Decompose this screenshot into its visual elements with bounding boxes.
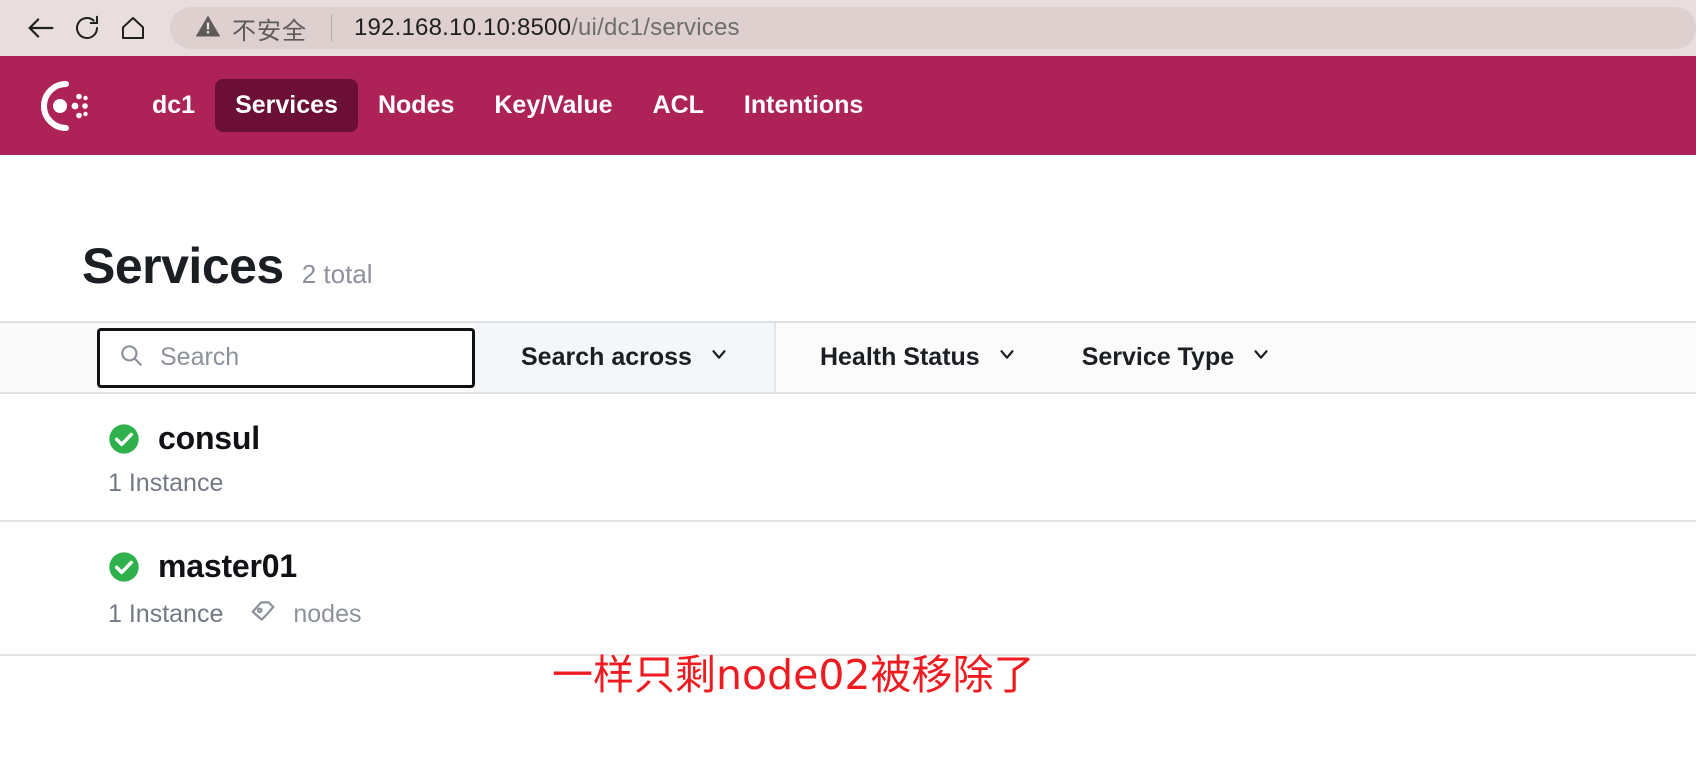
service-title: master01 bbox=[108, 548, 1696, 585]
browser-toolbar: 不安全 192.168.10.10:8500/ui/dc1/services bbox=[0, 0, 1696, 56]
service-name: consul bbox=[158, 420, 260, 456]
service-title: consul bbox=[108, 420, 1696, 457]
health-passing-icon bbox=[108, 551, 140, 583]
consul-main-nav: dc1 Services Nodes Key/Value ACL Intenti… bbox=[0, 56, 1696, 155]
filter-health-status-label: Health Status bbox=[819, 343, 980, 371]
filter-search-across[interactable]: Search across bbox=[475, 323, 776, 392]
service-instance-count: 1 Instance bbox=[108, 469, 224, 497]
page-title: Services bbox=[82, 238, 284, 294]
nav-item-intentions[interactable]: Intentions bbox=[724, 79, 883, 132]
search-field[interactable] bbox=[97, 327, 475, 388]
services-page: Services 2 total Search across Health St… bbox=[0, 155, 1696, 759]
nav-item-nodes[interactable]: Nodes bbox=[358, 79, 474, 132]
nav-item-services[interactable]: Services bbox=[215, 79, 358, 132]
filter-bar: Search across Health Status Service Type bbox=[0, 321, 1696, 394]
consul-logo-icon[interactable] bbox=[34, 76, 94, 136]
tag-icon bbox=[249, 597, 277, 632]
url-path: /ui/dc1/services bbox=[571, 14, 740, 41]
health-passing-icon bbox=[108, 423, 140, 455]
search-input[interactable] bbox=[160, 343, 454, 372]
service-list-item[interactable]: master01 1 Instance nodes bbox=[0, 522, 1696, 656]
service-meta: 1 Instance nodes bbox=[108, 597, 1696, 632]
service-tag-label: nodes bbox=[293, 600, 362, 628]
search-icon bbox=[118, 342, 144, 373]
service-instance-count: 1 Instance bbox=[108, 600, 224, 628]
home-button[interactable] bbox=[110, 5, 156, 51]
nav-datacenter[interactable]: dc1 bbox=[132, 79, 215, 132]
filter-bar-filler bbox=[1302, 323, 1696, 392]
service-meta: 1 Instance bbox=[108, 469, 1696, 498]
warning-triangle-icon bbox=[194, 12, 222, 45]
reload-icon bbox=[72, 13, 102, 43]
service-name: master01 bbox=[158, 548, 297, 584]
chevron-down-icon bbox=[996, 343, 1018, 372]
back-button[interactable] bbox=[18, 5, 64, 51]
red-annotation-text: 一样只剩node02被移除了 bbox=[552, 651, 1035, 699]
nav-item-acl[interactable]: ACL bbox=[633, 79, 724, 132]
filter-service-type[interactable]: Service Type bbox=[1047, 323, 1303, 392]
home-icon bbox=[118, 13, 148, 43]
url-host: 192.168.10.10:8500 bbox=[354, 14, 572, 41]
filter-search-across-label: Search across bbox=[521, 343, 692, 371]
reload-button[interactable] bbox=[64, 5, 110, 51]
filter-service-type-label: Service Type bbox=[1081, 343, 1235, 371]
page-header: Services 2 total bbox=[0, 155, 1696, 295]
address-bar[interactable]: 不安全 192.168.10.10:8500/ui/dc1/services bbox=[170, 7, 1696, 49]
security-label: 不安全 bbox=[232, 17, 307, 45]
filter-health-status[interactable]: Health Status bbox=[775, 323, 1048, 392]
page-total-count: 2 total bbox=[301, 259, 373, 289]
back-arrow-icon bbox=[24, 11, 58, 45]
security-status[interactable]: 不安全 bbox=[194, 11, 307, 46]
nav-item-key-value[interactable]: Key/Value bbox=[474, 79, 632, 132]
chevron-down-icon bbox=[1250, 343, 1272, 372]
service-tag: nodes bbox=[249, 597, 361, 632]
omnibox-divider bbox=[331, 15, 332, 41]
chevron-down-icon bbox=[708, 343, 730, 372]
service-list-item[interactable]: consul 1 Instance bbox=[0, 394, 1696, 522]
url-text: 192.168.10.10:8500/ui/dc1/services bbox=[354, 14, 740, 42]
